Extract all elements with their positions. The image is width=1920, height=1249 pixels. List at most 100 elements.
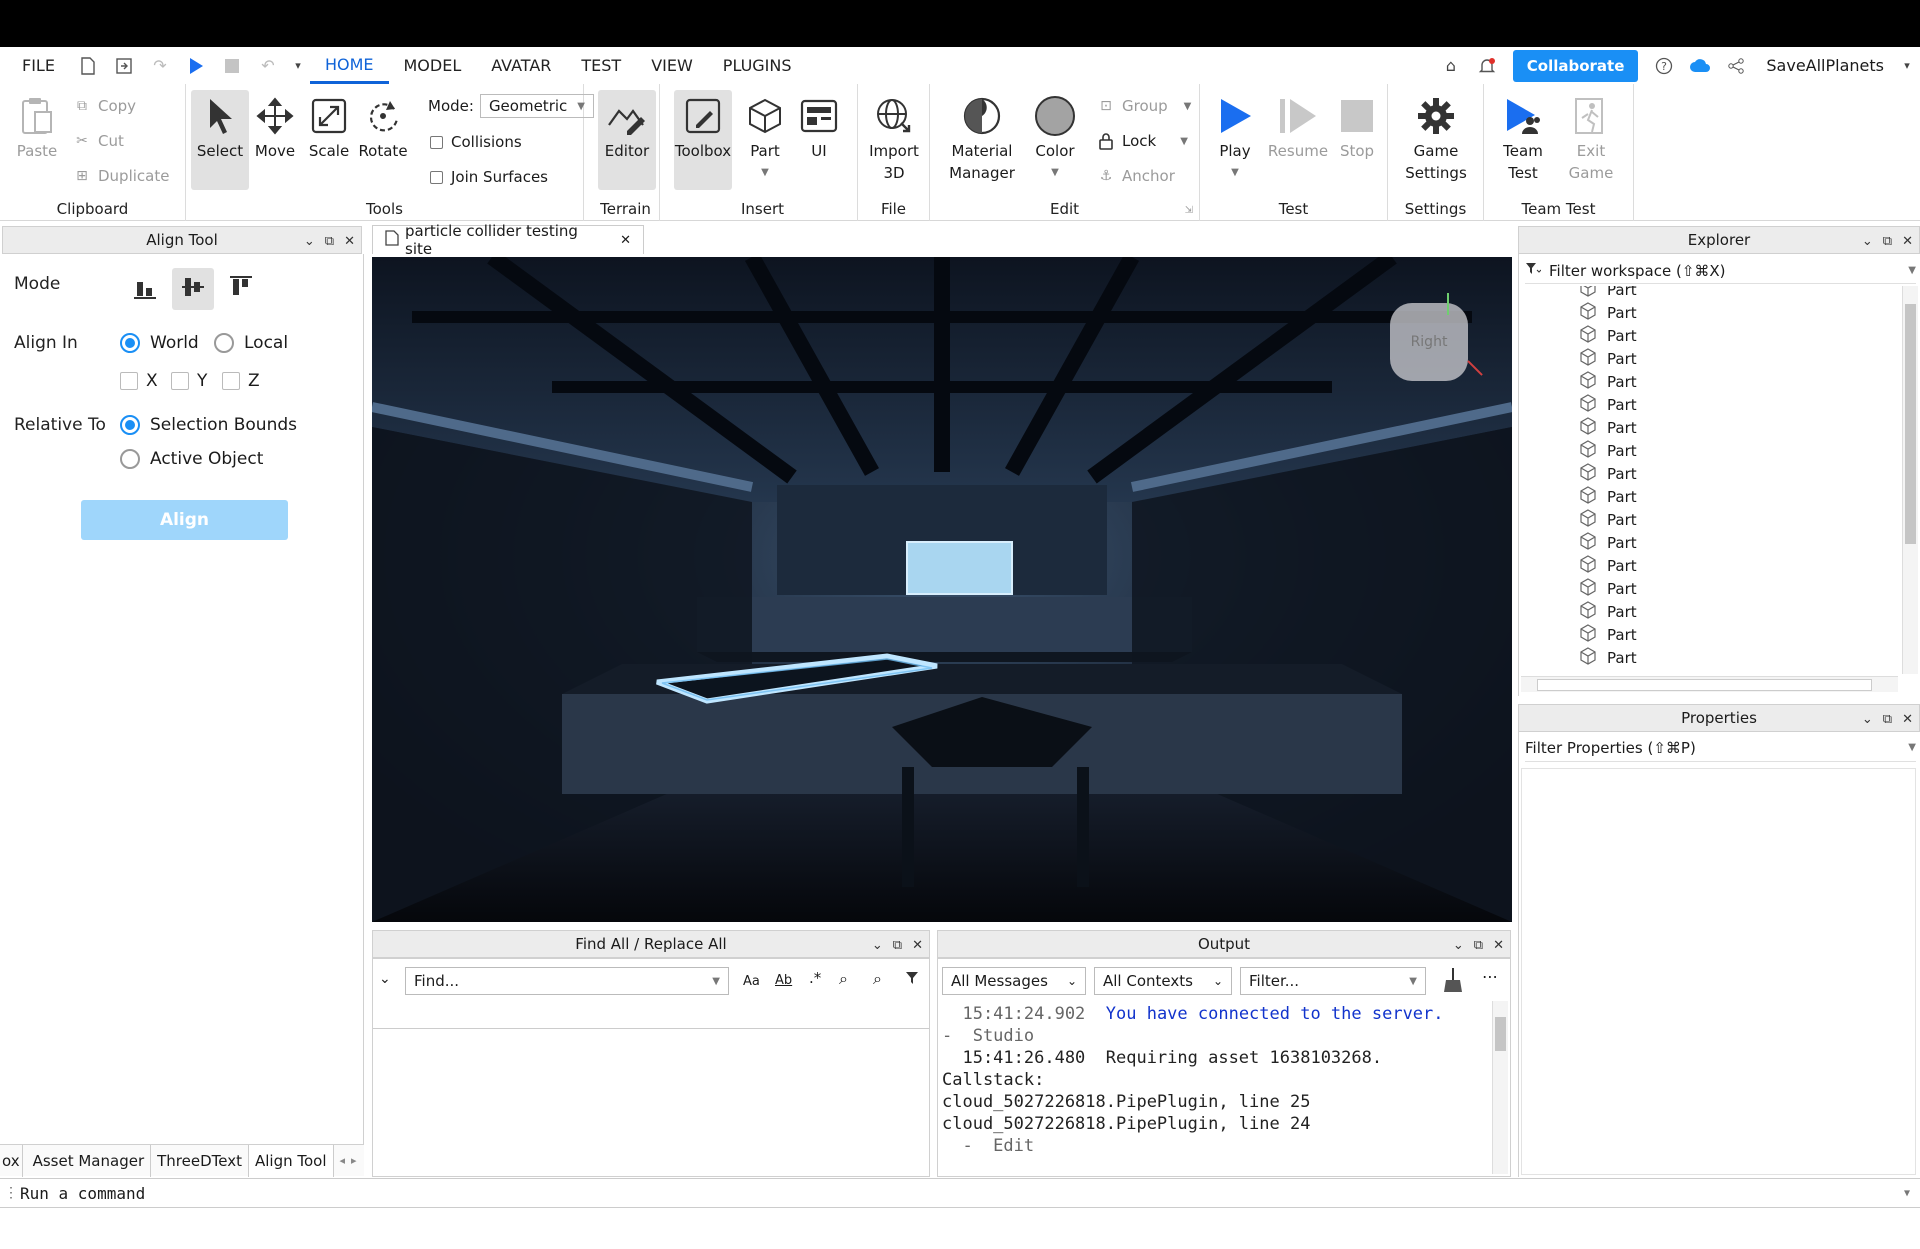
tab-model[interactable]: MODEL: [389, 47, 477, 84]
quick-access-dropdown-icon[interactable]: ▾: [292, 54, 304, 78]
stop-quick-icon[interactable]: [220, 54, 244, 78]
clear-output-broom-icon[interactable]: [1442, 967, 1464, 997]
collisions-checkbox[interactable]: [430, 135, 443, 149]
color-button[interactable]: Color ▼: [1026, 90, 1084, 190]
play-dropdown-icon[interactable]: ▼: [1231, 162, 1239, 184]
tree-item-part[interactable]: Part: [1579, 485, 1637, 508]
terrain-editor-button[interactable]: Editor: [598, 90, 656, 190]
undo-icon[interactable]: ↶: [256, 54, 280, 78]
command-history-dropdown-icon[interactable]: ▼: [1904, 1188, 1910, 1199]
dock-tab-asset-manager[interactable]: Asset Manager: [23, 1144, 152, 1177]
share-icon[interactable]: [1724, 54, 1748, 78]
collisions-toggle[interactable]: Collisions: [430, 130, 522, 154]
dock-tab-align-tool[interactable]: Align Tool: [248, 1144, 334, 1177]
output-filter-input[interactable]: Filter... ▼: [1240, 967, 1426, 995]
part-button[interactable]: Part ▼: [736, 90, 794, 190]
file-menu[interactable]: FILE: [0, 47, 70, 84]
tab-home[interactable]: HOME: [309, 47, 389, 84]
collaborate-button[interactable]: Collaborate: [1512, 49, 1639, 82]
scrollbar-thumb[interactable]: [1537, 679, 1872, 691]
more-options-icon[interactable]: ⋯: [1482, 967, 1498, 986]
undock-icon[interactable]: ⧉: [325, 234, 334, 249]
account-dropdown-icon[interactable]: ▾: [1900, 54, 1914, 78]
rotate-button[interactable]: Rotate: [354, 90, 412, 190]
scale-button[interactable]: Scale: [300, 90, 358, 190]
stop-button[interactable]: Stop: [1328, 90, 1386, 190]
tree-item-part[interactable]: Part: [1579, 623, 1637, 646]
command-bar[interactable]: ⋮ Run a command ▼: [0, 1178, 1920, 1208]
active-object-radio[interactable]: [120, 449, 140, 469]
tree-item-part[interactable]: Part: [1579, 600, 1637, 623]
tab-view[interactable]: VIEW: [636, 47, 708, 84]
exit-game-button[interactable]: Exit Game: [1562, 90, 1620, 190]
message-type-select[interactable]: All Messages ⌄: [942, 967, 1086, 995]
chevron-down-icon[interactable]: ⌄: [872, 938, 883, 953]
color-dropdown-icon[interactable]: ▼: [1051, 162, 1059, 184]
local-radio-option[interactable]: Local: [214, 333, 288, 353]
filter-dropdown-icon[interactable]: ▼: [1409, 976, 1417, 987]
username-label[interactable]: SaveAllPlanets: [1766, 56, 1884, 75]
expand-replace-icon[interactable]: ⌄: [379, 971, 391, 987]
tree-item-part[interactable]: Part: [1579, 301, 1637, 324]
lock-button[interactable]: Lock ▼: [1096, 129, 1188, 153]
world-radio[interactable]: [120, 333, 140, 353]
help-icon[interactable]: ?: [1652, 54, 1676, 78]
dock-tab-threedtext[interactable]: ThreeDText: [151, 1144, 249, 1177]
close-icon[interactable]: ✕: [912, 938, 923, 953]
tab-scroll-left-icon[interactable]: ◂: [340, 1154, 346, 1167]
tab-avatar[interactable]: AVATAR: [476, 47, 566, 84]
edit-expand-icon[interactable]: ⇲: [1185, 205, 1193, 216]
undock-icon[interactable]: ⧉: [1474, 938, 1483, 953]
mode-select[interactable]: Geometric ▼: [479, 94, 594, 118]
group-dropdown-icon[interactable]: ▼: [1184, 101, 1192, 112]
close-icon[interactable]: ✕: [1902, 712, 1913, 727]
explorer-hscrollbar[interactable]: [1521, 676, 1898, 692]
close-icon[interactable]: ✕: [1493, 938, 1504, 953]
local-radio[interactable]: [214, 333, 234, 353]
tab-plugins[interactable]: PLUGINS: [708, 47, 807, 84]
undock-icon[interactable]: ⧉: [893, 938, 902, 953]
tree-item-part[interactable]: Part: [1579, 462, 1637, 485]
toolbox-button[interactable]: Toolbox: [674, 90, 732, 190]
explorer-filter-dropdown-icon[interactable]: ▼: [1908, 265, 1916, 276]
tree-item-part[interactable]: Part: [1579, 577, 1637, 600]
chevron-down-icon[interactable]: ⌄: [1453, 938, 1464, 953]
undock-icon[interactable]: ⧉: [1883, 712, 1892, 727]
selection-bounds-radio[interactable]: [120, 415, 140, 435]
properties-filter-input[interactable]: Filter Properties (⇧⌘P) ▼: [1525, 734, 1916, 762]
find-history-dropdown-icon[interactable]: ▼: [712, 976, 720, 987]
part-dropdown-icon[interactable]: ▼: [761, 162, 769, 184]
team-test-button[interactable]: Team Test: [1494, 90, 1552, 190]
play-button[interactable]: Play ▼: [1206, 90, 1264, 190]
ui-button[interactable]: UI: [790, 90, 848, 190]
dock-tab-toolbox[interactable]: ox: [0, 1144, 23, 1177]
cloud-icon[interactable]: [1688, 54, 1712, 78]
chevron-down-icon[interactable]: ⌄: [1862, 712, 1873, 727]
new-file-icon[interactable]: [76, 54, 100, 78]
tab-test[interactable]: TEST: [566, 47, 636, 84]
close-icon[interactable]: ✕: [1902, 234, 1913, 249]
z-axis-option[interactable]: Z: [222, 371, 260, 391]
tree-item-part[interactable]: Part: [1579, 508, 1637, 531]
redo-icon[interactable]: ↷: [148, 54, 172, 78]
active-object-option[interactable]: Active Object: [120, 449, 263, 469]
align-button[interactable]: Align: [81, 500, 288, 540]
y-axis-option[interactable]: Y: [171, 371, 207, 391]
lock-dropdown-icon[interactable]: ▼: [1180, 136, 1188, 147]
chevron-down-icon[interactable]: ⌄: [1862, 234, 1873, 249]
tree-item-part[interactable]: Part: [1579, 416, 1637, 439]
match-word-toggle[interactable]: Ab: [775, 973, 792, 988]
chevron-down-icon[interactable]: ⌄: [304, 234, 315, 249]
undock-icon[interactable]: ⧉: [1883, 234, 1892, 249]
x-axis-checkbox[interactable]: [120, 372, 138, 390]
output-scrollbar[interactable]: [1492, 1001, 1508, 1174]
y-axis-checkbox[interactable]: [171, 372, 189, 390]
tree-item-part[interactable]: Part: [1579, 324, 1637, 347]
align-max-mode-button[interactable]: [220, 268, 262, 310]
x-axis-option[interactable]: X: [120, 371, 158, 391]
notifications-icon[interactable]: [1475, 54, 1499, 78]
copy-button[interactable]: ⧉ Copy: [72, 94, 136, 118]
game-settings-button[interactable]: Game Settings: [1398, 90, 1474, 190]
resume-button[interactable]: Resume: [1266, 90, 1330, 190]
match-case-toggle[interactable]: Aa: [743, 974, 760, 989]
